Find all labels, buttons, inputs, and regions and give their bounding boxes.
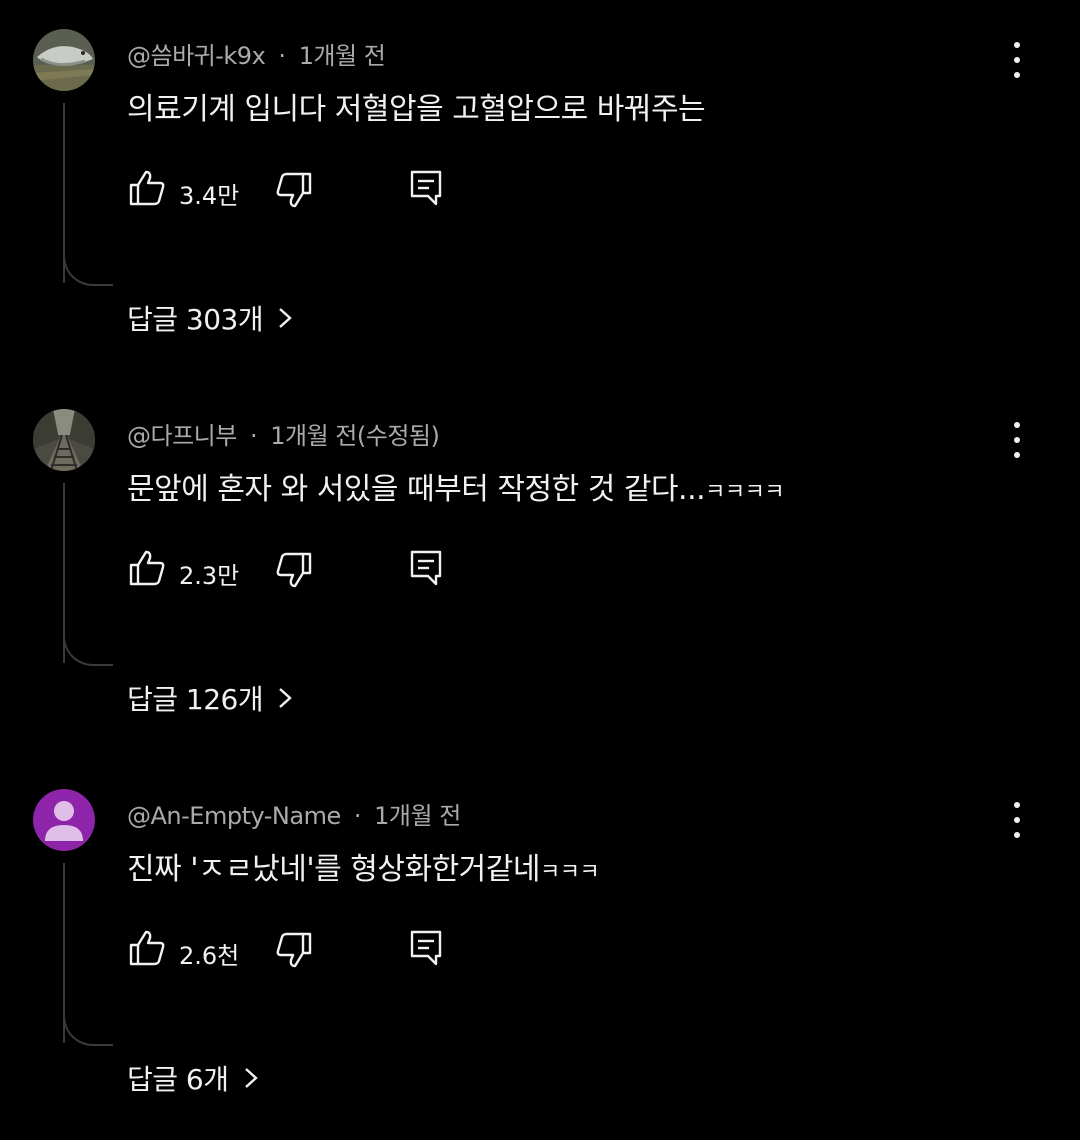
like-button[interactable] bbox=[127, 168, 167, 208]
more-options-button[interactable] bbox=[1002, 800, 1032, 840]
author-name[interactable]: @다프니부 bbox=[127, 422, 237, 450]
dislike-button[interactable] bbox=[274, 550, 314, 590]
comment-time: 1개월 전 bbox=[298, 42, 386, 70]
thumbs-up-icon bbox=[129, 550, 165, 586]
comment-text: 문앞에 혼자 와 서있을 때부터 작정한 것 같다...ㅋㅋㅋㅋ bbox=[127, 464, 785, 508]
kebab-dot bbox=[1014, 817, 1020, 823]
view-replies-button[interactable]: 답글 126개 bbox=[127, 678, 293, 718]
comment-text-suffix: ㅋㅋㅋㅋ bbox=[705, 480, 785, 505]
thread-connector bbox=[63, 250, 113, 286]
thumbs-down-icon bbox=[276, 552, 312, 588]
like-count: 2.3만 bbox=[179, 562, 240, 590]
kebab-dot bbox=[1014, 802, 1020, 808]
thumbs-up-icon bbox=[129, 170, 165, 206]
meta-separator: · bbox=[249, 422, 258, 450]
like-count: 3.4만 bbox=[179, 182, 240, 210]
kebab-dot bbox=[1014, 57, 1020, 63]
like-count: 2.6천 bbox=[179, 942, 240, 970]
reply-button[interactable] bbox=[407, 168, 447, 208]
meta-separator: · bbox=[278, 42, 286, 70]
reply-comment-icon bbox=[410, 170, 442, 206]
comment-meta: @다프니부 · 1개월 전(수정됨) bbox=[127, 416, 440, 451]
reply-button[interactable] bbox=[407, 928, 447, 968]
kebab-dot bbox=[1014, 422, 1020, 428]
replies-label: 답글 126개 bbox=[127, 683, 264, 716]
chevron-right-icon bbox=[279, 688, 292, 708]
thread-connector bbox=[63, 630, 113, 666]
more-options-button[interactable] bbox=[1002, 40, 1032, 80]
replies-label: 답글 6개 bbox=[127, 1063, 229, 1096]
meta-separator: · bbox=[353, 802, 362, 830]
comment-text-suffix: ㅋㅋㅋ bbox=[539, 860, 600, 885]
dislike-button[interactable] bbox=[274, 930, 314, 970]
like-button[interactable] bbox=[127, 928, 167, 968]
more-options-button[interactable] bbox=[1002, 420, 1032, 460]
chevron-right-icon bbox=[279, 308, 292, 328]
author-name[interactable]: @An-Empty-Name bbox=[127, 802, 341, 830]
thumbs-down-icon bbox=[276, 172, 312, 208]
reply-comment-icon bbox=[410, 550, 442, 586]
comment-text: 진짜 'ㅈㄹ났네'를 형상화한거같네ㅋㅋㅋ bbox=[127, 844, 600, 888]
kebab-dot bbox=[1014, 437, 1020, 443]
view-replies-button[interactable]: 답글 303개 bbox=[127, 298, 293, 338]
thumbs-down-icon bbox=[276, 932, 312, 968]
dislike-button[interactable] bbox=[274, 170, 314, 210]
comment-text-body: 문앞에 혼자 와 서있을 때부터 작정한 것 같다... bbox=[127, 472, 706, 507]
comment-item: @다프니부 · 1개월 전(수정됨) 문앞에 혼자 와 서있을 때부터 작정한 … bbox=[0, 380, 1080, 760]
railroad-photo-avatar[interactable] bbox=[33, 409, 95, 471]
comment-meta: @씀바귀-k9x · 1개월 전 bbox=[127, 36, 386, 71]
reply-button[interactable] bbox=[407, 548, 447, 588]
thumbs-up-icon bbox=[129, 930, 165, 966]
comment-meta: @An-Empty-Name · 1개월 전 bbox=[127, 796, 461, 831]
default-person-avatar[interactable] bbox=[33, 789, 95, 851]
comment-item: @An-Empty-Name · 1개월 전 진짜 'ㅈㄹ났네'를 형상화한거같… bbox=[0, 760, 1080, 1140]
comment-item: @씀바귀-k9x · 1개월 전 의료기계 입니다 저혈압을 고혈압으로 바꿔주… bbox=[0, 0, 1080, 380]
like-button[interactable] bbox=[127, 548, 167, 588]
kebab-dot bbox=[1014, 452, 1020, 458]
view-replies-button[interactable]: 답글 6개 bbox=[127, 1058, 259, 1098]
fish-photo-avatar[interactable] bbox=[33, 29, 95, 91]
thread-connector bbox=[63, 1010, 113, 1046]
reply-comment-icon bbox=[410, 930, 442, 966]
kebab-dot bbox=[1014, 42, 1020, 48]
comment-text: 의료기계 입니다 저혈압을 고혈압으로 바꿔주는 bbox=[127, 84, 706, 128]
replies-label: 답글 303개 bbox=[127, 303, 264, 336]
comment-time: 1개월 전(수정됨) bbox=[270, 422, 440, 450]
kebab-dot bbox=[1014, 832, 1020, 838]
kebab-dot bbox=[1014, 72, 1020, 78]
author-name[interactable]: @씀바귀-k9x bbox=[127, 42, 266, 70]
comment-text-body: 진짜 'ㅈㄹ났네'를 형상화한거같네 bbox=[127, 852, 540, 887]
comment-text-body: 의료기계 입니다 저혈압을 고혈압으로 바꿔주는 bbox=[127, 92, 706, 127]
comment-time: 1개월 전 bbox=[374, 802, 461, 830]
chevron-right-icon bbox=[244, 1068, 258, 1088]
